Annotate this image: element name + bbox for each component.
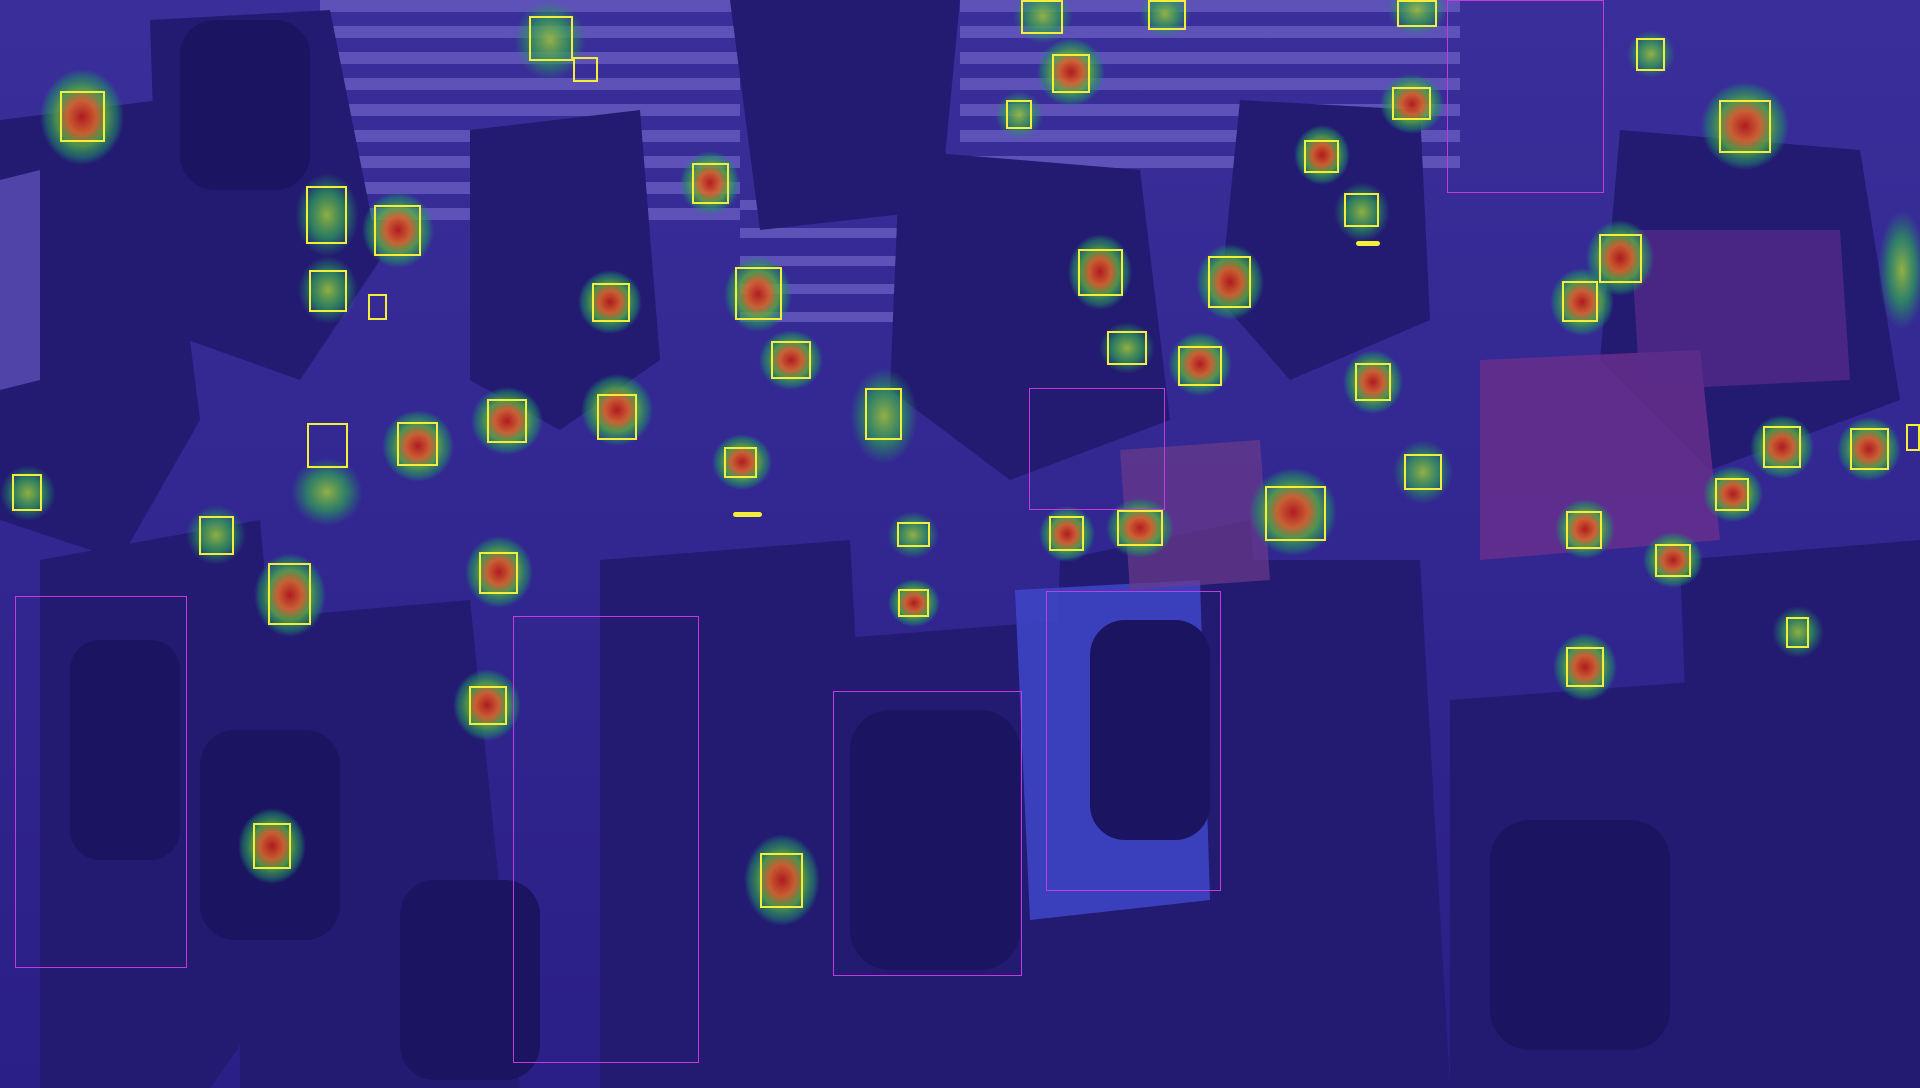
detection-view [0, 0, 1920, 1088]
crowd-photo-with-heatmap [0, 0, 1920, 1088]
